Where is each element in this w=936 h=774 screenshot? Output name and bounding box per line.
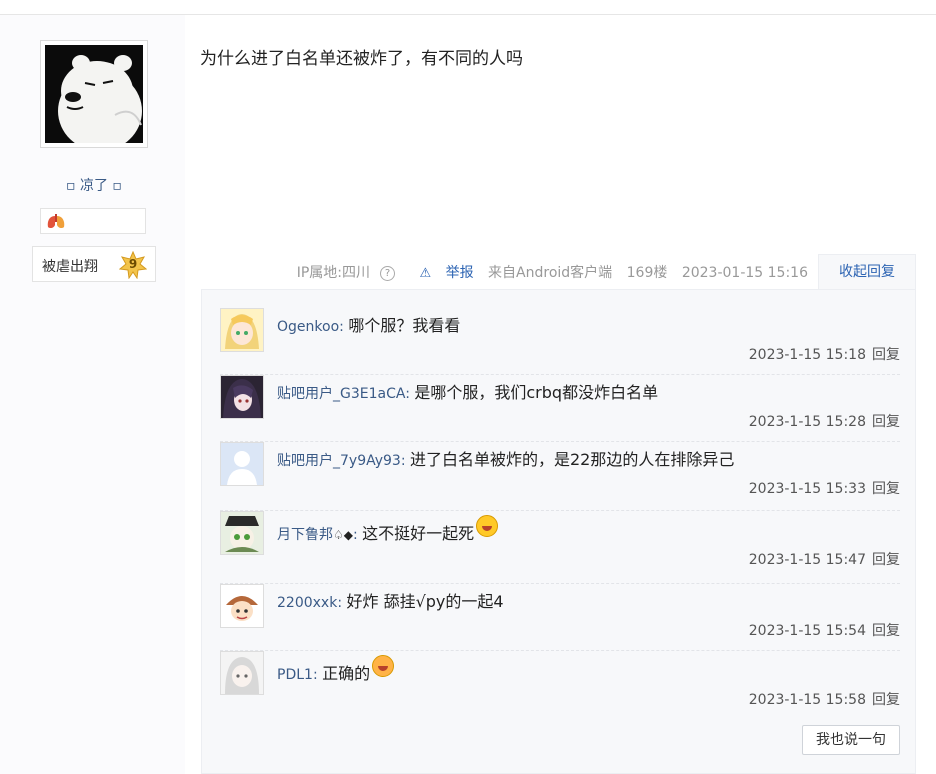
- reply-button[interactable]: 回复: [872, 692, 900, 708]
- anime-avatar-icon: [221, 512, 263, 554]
- reply-colon: :: [353, 527, 363, 543]
- reply-username[interactable]: 贴吧用户_G3E1aCA: [277, 386, 405, 402]
- reply-username[interactable]: 贴吧用户_7y9Ay93: [277, 453, 401, 469]
- reply-button[interactable]: 回复: [872, 347, 900, 363]
- reply-username[interactable]: 月下鲁邦: [277, 527, 333, 543]
- post-content: 为什么进了白名单还被炸了，有不同的人吗: [200, 49, 523, 69]
- ip-location: IP属地:四川?: [287, 265, 396, 281]
- lungs-icon: [47, 214, 65, 229]
- anime-avatar-icon: [221, 652, 263, 694]
- help-icon[interactable]: ?: [380, 266, 396, 281]
- anime-avatar-icon: [221, 309, 263, 351]
- reply-button[interactable]: 回复: [872, 481, 900, 497]
- reply-time: 2023-1-15 15:33: [748, 481, 866, 497]
- reply-meta: 2023-1-15 15:18 回复: [749, 344, 900, 364]
- reply-item: 贴吧用户_7y9Ay93: 进了白名单被炸的，是22那边的人在排除异己 2023…: [220, 442, 900, 511]
- reply-meta: 2023-1-15 15:28 回复: [749, 411, 900, 431]
- default-user-avatar-icon: [221, 443, 263, 485]
- reply-item: Ogenkoo: 哪个服？我看看 2023-1-15 15:18 回复: [220, 308, 900, 375]
- reply-text: 是哪个服，我们crbq都没炸白名单: [414, 383, 659, 402]
- reply-meta: 2023-1-15 15:54 回复: [749, 620, 900, 640]
- reply-meta: 2023-1-15 15:47 回复: [749, 549, 900, 569]
- reply-button[interactable]: 回复: [872, 414, 900, 430]
- author-level[interactable]: 被虐出翔 9: [32, 246, 156, 282]
- reply-username[interactable]: Ogenkoo: [277, 319, 339, 335]
- reply-colon: :: [312, 667, 323, 683]
- reply-time: 2023-1-15 15:18: [748, 347, 866, 363]
- reply-avatar[interactable]: [220, 584, 264, 628]
- reply-item: 月下鲁邦♤◆: 这不挺好一起死 2023-1-15 15:47 回复: [220, 511, 900, 584]
- post-meta: IP属地:四川? ⚠ 举报 来自Android客户端 169楼 2023-01-…: [287, 262, 808, 282]
- reply-avatar[interactable]: [220, 651, 264, 695]
- reply-text: 这不挺好一起死: [362, 524, 475, 543]
- reply-button[interactable]: 回复: [872, 623, 900, 639]
- reply-text: 好炸 舔挂√py的一起4: [346, 592, 504, 611]
- reply-time: 2023-1-15 15:28: [748, 414, 866, 430]
- reply-button[interactable]: 回复: [872, 552, 900, 568]
- reply-colon: :: [339, 319, 349, 335]
- floor-number: 169楼: [626, 265, 668, 281]
- reply-item: 贴吧用户_G3E1aCA: 是哪个服，我们crbq都没炸白名单 2023-1-1…: [220, 375, 900, 442]
- anime-avatar-icon: [221, 585, 263, 627]
- bear-avatar-icon: [45, 45, 143, 143]
- collapse-replies-button[interactable]: 收起回复: [818, 254, 916, 290]
- reply-avatar[interactable]: [220, 511, 264, 555]
- report-label: 举报: [445, 265, 474, 281]
- reply-avatar[interactable]: [220, 442, 264, 486]
- post-datetime: 2023-01-15 15:16: [681, 265, 808, 281]
- user-suffix-icon: ♤◆: [333, 528, 353, 542]
- ip-location-text: IP属地:四川: [296, 265, 371, 281]
- author-username[interactable]: ▫ 凉了 ▫: [40, 175, 148, 195]
- reply-text: 进了白名单被炸的，是22那边的人在排除异己: [410, 450, 735, 469]
- reply-text-line: 贴吧用户_7y9Ay93: 进了白名单被炸的，是22那边的人在排除异己: [277, 446, 734, 470]
- author-badge[interactable]: [40, 208, 146, 234]
- reply-text: 哪个服？我看看: [348, 316, 461, 335]
- level-name: 被虐出翔: [42, 259, 98, 275]
- reply-avatar[interactable]: [220, 375, 264, 419]
- anime-avatar-icon: [221, 376, 263, 418]
- reply-time: 2023-1-15 15:47: [748, 552, 866, 568]
- post-page: ▫ 凉了 ▫ 被虐出翔 9 为什么进了白名单还被炸了，有不同的人吗 IP属地:四…: [0, 0, 936, 774]
- reply-colon: :: [400, 453, 410, 469]
- reply-panel: Ogenkoo: 哪个服？我看看 2023-1-15 15:18 回复 贴吧用户_…: [201, 289, 916, 774]
- reply-item: 2200xxk: 好炸 舔挂√py的一起4 2023-1-15 15:54 回复: [220, 584, 900, 651]
- reply-avatar[interactable]: [220, 308, 264, 352]
- reply-time: 2023-1-15 15:54: [748, 623, 866, 639]
- reply-meta: 2023-1-15 15:58 回复: [749, 689, 900, 709]
- angry-emoji-icon: [372, 655, 395, 677]
- reply-text-line: PDL1: 正确的: [277, 655, 395, 684]
- reply-colon: :: [405, 386, 415, 402]
- warning-icon: ⚠: [419, 266, 432, 281]
- laughing-emoji-icon: [476, 515, 499, 537]
- reply-time: 2023-1-15 15:58: [748, 692, 866, 708]
- reply-text-line: 2200xxk: 好炸 舔挂√py的一起4: [277, 588, 504, 612]
- level-number: 9: [128, 257, 138, 271]
- reply-meta: 2023-1-15 15:33 回复: [749, 478, 900, 498]
- author-avatar[interactable]: [40, 40, 148, 148]
- post-source: 来自Android客户端: [488, 265, 613, 281]
- level-star-icon: 9: [118, 250, 148, 280]
- reply-username[interactable]: 2200xxk: [277, 595, 337, 611]
- reply-text-line: 贴吧用户_G3E1aCA: 是哪个服，我们crbq都没炸白名单: [277, 379, 658, 403]
- report-link[interactable]: ⚠ 举报: [409, 265, 473, 281]
- reply-username[interactable]: PDL1: [277, 667, 313, 683]
- add-reply-button[interactable]: 我也说一句: [802, 725, 900, 755]
- reply-text-line: Ogenkoo: 哪个服？我看看: [277, 312, 460, 336]
- reply-text-line: 月下鲁邦♤◆: 这不挺好一起死: [277, 515, 499, 544]
- reply-item: PDL1: 正确的 2023-1-15 15:58 回复: [220, 651, 900, 719]
- reply-text: 正确的: [322, 664, 371, 683]
